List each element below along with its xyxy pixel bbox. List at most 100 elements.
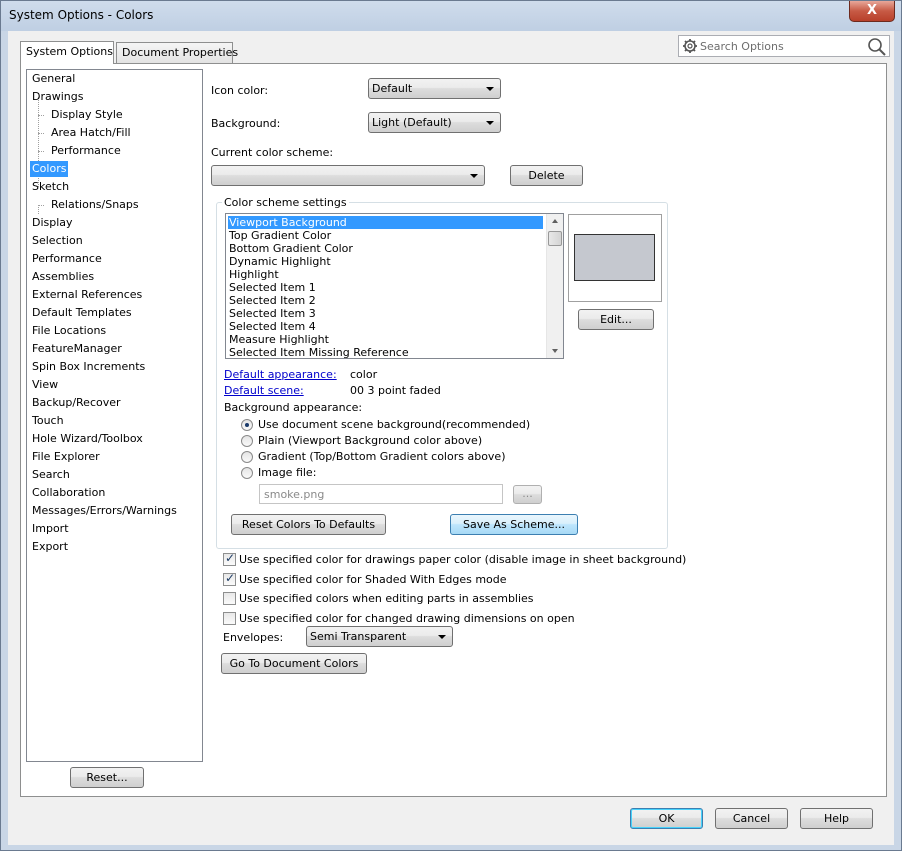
- radio-image-file[interactable]: [241, 467, 253, 479]
- default-scene-value: 00 3 point faded: [350, 384, 441, 397]
- envelopes-dropdown[interactable]: Semi Transparent: [306, 626, 453, 647]
- search-input[interactable]: Search Options: [678, 35, 890, 57]
- tree-item-export[interactable]: Export: [30, 539, 70, 555]
- scroll-down-icon[interactable]: [552, 349, 558, 353]
- browse-button[interactable]: ...: [513, 485, 542, 504]
- radio-plain-label[interactable]: Plain (Viewport Background color above): [258, 434, 482, 447]
- tree-item-view[interactable]: View: [30, 377, 60, 393]
- current-color-scheme-label: Current color scheme:: [211, 146, 334, 159]
- tree-item-relations-snaps[interactable]: Relations/Snaps: [49, 197, 141, 213]
- radio-scene-background-label[interactable]: Use document scene background(recommende…: [258, 418, 530, 431]
- tree-item-display-style[interactable]: Display Style: [49, 107, 125, 123]
- list-item[interactable]: Bottom Gradient Color: [228, 242, 354, 255]
- scroll-up-icon[interactable]: [552, 219, 558, 223]
- radio-image-file-label[interactable]: Image file:: [258, 466, 316, 479]
- tree-item-colors[interactable]: Colors: [30, 161, 69, 177]
- default-appearance-value: color: [350, 368, 378, 381]
- tree-item-backup-recover[interactable]: Backup/Recover: [30, 395, 123, 411]
- list-item[interactable]: Viewport Background: [228, 216, 543, 229]
- close-button[interactable]: X: [849, 1, 895, 22]
- list-item[interactable]: Selected Item 4: [228, 320, 317, 333]
- edit-button[interactable]: Edit...: [578, 309, 654, 330]
- delete-button[interactable]: Delete: [510, 165, 583, 186]
- tree-item-default-templates[interactable]: Default Templates: [30, 305, 134, 321]
- search-icon[interactable]: [867, 37, 887, 57]
- tree-item-display[interactable]: Display: [30, 215, 75, 231]
- reset-button[interactable]: Reset...: [70, 767, 144, 788]
- background-dropdown[interactable]: Light (Default): [368, 112, 501, 133]
- list-item[interactable]: Selected Item 2: [228, 294, 317, 307]
- changed-dimensions-checkbox[interactable]: [223, 612, 236, 625]
- gear-icon: [683, 39, 697, 53]
- help-button[interactable]: Help: [800, 808, 873, 829]
- list-item[interactable]: Selected Item Missing Reference: [228, 346, 410, 358]
- title-bar[interactable]: System Options - Colors X: [1, 1, 901, 31]
- cancel-button[interactable]: Cancel: [715, 808, 788, 829]
- list-item[interactable]: Highlight: [228, 268, 280, 281]
- icon-color-label: Icon color:: [211, 84, 269, 97]
- tree-item-touch[interactable]: Touch: [30, 413, 66, 429]
- save-as-scheme-button[interactable]: Save As Scheme...: [450, 514, 578, 535]
- icon-color-dropdown[interactable]: Default: [368, 78, 501, 99]
- background-appearance-label: Background appearance:: [224, 401, 363, 414]
- tree-item-hole-wizard-toolbox[interactable]: Hole Wizard/Toolbox: [30, 431, 145, 447]
- radio-scene-background[interactable]: [241, 419, 253, 431]
- tree-item-area-hatch-fill[interactable]: Area Hatch/Fill: [49, 125, 133, 141]
- list-item[interactable]: Measure Highlight: [228, 333, 330, 346]
- tree-item-drawings[interactable]: Drawings: [30, 89, 85, 105]
- reset-colors-button[interactable]: Reset Colors To Defaults: [231, 514, 386, 535]
- list-scrollbar[interactable]: [546, 214, 563, 358]
- default-scene-link[interactable]: Default scene:: [224, 384, 304, 397]
- tree-item-spin-box-increments[interactable]: Spin Box Increments: [30, 359, 147, 375]
- radio-gradient-label[interactable]: Gradient (Top/Bottom Gradient colors abo…: [258, 450, 506, 463]
- list-item[interactable]: Dynamic Highlight: [228, 255, 332, 268]
- radio-plain[interactable]: [241, 435, 253, 447]
- chevron-down-icon: [470, 174, 478, 178]
- tree-connector: [38, 205, 44, 206]
- tree-item-sketch[interactable]: Sketch: [30, 179, 71, 195]
- tree-item-external-references[interactable]: External References: [30, 287, 144, 303]
- tree-connector: [38, 115, 44, 116]
- editing-parts-checkbox[interactable]: [223, 592, 236, 605]
- current-color-scheme-dropdown[interactable]: [211, 165, 485, 186]
- tree-item-selection[interactable]: Selection: [30, 233, 85, 249]
- tree-item-featuremanager[interactable]: FeatureManager: [30, 341, 124, 357]
- paper-color-checkbox[interactable]: [223, 551, 236, 566]
- background-value: Light (Default): [372, 116, 452, 129]
- window-title: System Options - Colors: [9, 8, 154, 22]
- color-scheme-list[interactable]: Viewport Background Top Gradient Color B…: [225, 213, 564, 359]
- tree-item-file-locations[interactable]: File Locations: [30, 323, 108, 339]
- system-options-panel: General Drawings Display Style Area Hatc…: [20, 63, 887, 797]
- radio-gradient[interactable]: [241, 451, 253, 463]
- changed-dimensions-checkbox-label[interactable]: Use specified color for changed drawing …: [239, 612, 575, 625]
- options-tree[interactable]: General Drawings Display Style Area Hatc…: [26, 69, 203, 762]
- list-item[interactable]: Selected Item 1: [228, 281, 317, 294]
- paper-color-checkbox-label[interactable]: Use specified color for drawings paper c…: [239, 553, 686, 566]
- tree-connector: [38, 133, 44, 134]
- tree-item-drawing-performance[interactable]: Performance: [49, 143, 123, 159]
- default-appearance-link[interactable]: Default appearance:: [224, 368, 337, 381]
- tree-item-performance[interactable]: Performance: [30, 251, 104, 267]
- editing-parts-checkbox-label[interactable]: Use specified colors when editing parts …: [239, 592, 534, 605]
- scrollbar-thumb[interactable]: [548, 231, 562, 246]
- tree-connector: [38, 151, 44, 152]
- shaded-edges-checkbox[interactable]: [223, 571, 236, 586]
- tab-system-options[interactable]: System Options: [20, 41, 114, 64]
- tree-item-import[interactable]: Import: [30, 521, 71, 537]
- tree-item-assemblies[interactable]: Assemblies: [30, 269, 96, 285]
- tree-item-search[interactable]: Search: [30, 467, 72, 483]
- tree-item-file-explorer[interactable]: File Explorer: [30, 449, 102, 465]
- go-to-document-colors-button[interactable]: Go To Document Colors: [221, 653, 367, 674]
- tree-item-collaboration[interactable]: Collaboration: [30, 485, 107, 501]
- shaded-edges-checkbox-label[interactable]: Use specified color for Shaded With Edge…: [239, 573, 507, 586]
- ok-button[interactable]: OK: [630, 808, 703, 829]
- tree-item-messages-errors-warnings[interactable]: Messages/Errors/Warnings: [30, 503, 179, 519]
- tab-document-properties[interactable]: Document Properties: [116, 42, 238, 64]
- image-file-field[interactable]: smoke.png: [259, 484, 503, 504]
- chevron-down-icon: [486, 121, 494, 125]
- envelopes-label: Envelopes:: [223, 631, 284, 644]
- list-item[interactable]: Top Gradient Color: [228, 229, 332, 242]
- system-options-dialog: System Options - Colors X System Options…: [0, 0, 902, 851]
- tree-item-general[interactable]: General: [30, 71, 77, 87]
- list-item[interactable]: Selected Item 3: [228, 307, 317, 320]
